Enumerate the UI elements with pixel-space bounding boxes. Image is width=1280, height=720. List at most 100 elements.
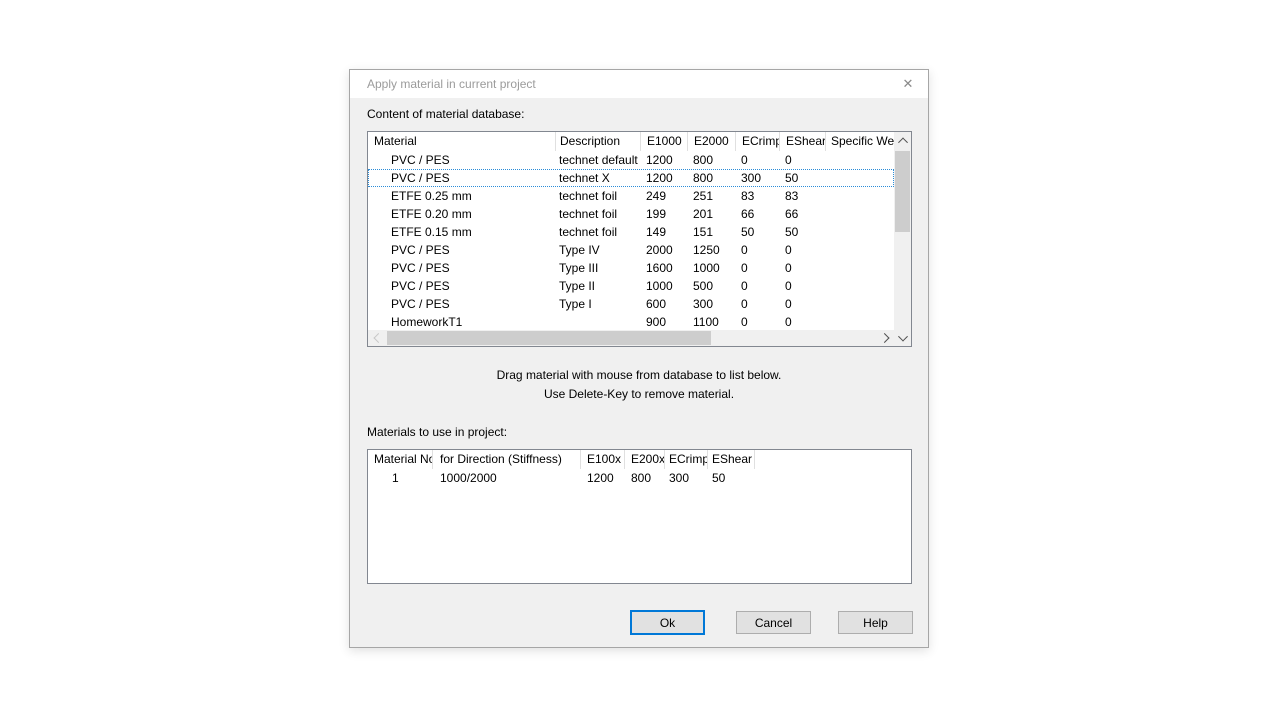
column-header-material[interactable]: Material [368,132,556,151]
table-cell: technet X [556,169,641,187]
table-row[interactable]: PVC / PES technet default 1200 800 0 0 [368,151,894,169]
instruction-line-1: Drag material with mouse from database t… [350,366,928,385]
table-cell: 300 [665,469,708,487]
table-cell: 800 [688,151,736,169]
table-row[interactable]: ETFE 0.20 mm technet foil 199 201 66 66 [368,205,894,223]
table-cell: ETFE 0.15 mm [368,223,556,241]
table-cell: PVC / PES [368,277,556,295]
table-cell: 251 [688,187,736,205]
table-cell: 50 [780,169,826,187]
table-cell: HomeworkT1 [368,313,556,330]
table-cell [826,223,894,241]
table-cell: ETFE 0.25 mm [368,187,556,205]
cancel-button[interactable]: Cancel [736,611,811,634]
table-cell: 1200 [641,169,688,187]
instruction-line-2: Use Delete-Key to remove material. [350,385,928,404]
table-cell: 300 [736,169,780,187]
table-cell: 199 [641,205,688,223]
vertical-scrollbar-thumb[interactable] [895,151,910,232]
table-cell: Type III [556,259,641,277]
table-row[interactable]: HomeworkT1 900 1100 0 0 [368,313,894,330]
table-cell: 50 [708,469,755,487]
column-header-material-no[interactable]: Material No. [368,450,433,469]
table-cell: 0 [736,295,780,313]
table-cell: technet foil [556,223,641,241]
chevron-left-icon [373,333,383,343]
table-cell: 50 [780,223,826,241]
table-cell: Type II [556,277,641,295]
material-database-table[interactable]: Material Description E1000 E2000 ECrimp … [367,131,912,347]
instructions-text: Drag material with mouse from database t… [350,366,928,404]
column-header-description[interactable]: Description [556,132,641,151]
table-cell: 300 [688,295,736,313]
table-cell: 600 [641,295,688,313]
column-header-spacer [755,450,911,469]
vertical-scrollbar[interactable] [894,132,911,346]
table-cell: 1000 [641,277,688,295]
table-cell: 0 [780,259,826,277]
horizontal-scrollbar[interactable] [368,330,894,346]
table-cell: technet default [556,151,641,169]
table-cell: 0 [736,313,780,330]
table-cell [826,277,894,295]
table-cell: PVC / PES [368,241,556,259]
table-cell: 1000/2000 [433,469,581,487]
ok-button[interactable]: Ok [630,610,705,635]
table-cell: PVC / PES [368,151,556,169]
table-cell: PVC / PES [368,259,556,277]
table-cell: PVC / PES [368,295,556,313]
chevron-down-icon [898,331,908,341]
table-row[interactable]: ETFE 0.25 mm technet foil 249 251 83 83 [368,187,894,205]
scroll-left-button[interactable] [368,330,385,346]
dialog-titlebar[interactable]: Apply material in current project ✕ [350,70,928,98]
project-materials-rows: Material No. for Direction (Stiffness) E… [368,450,911,583]
table-cell: ETFE 0.20 mm [368,205,556,223]
table-cell: 0 [780,295,826,313]
table-cell [826,241,894,259]
project-materials-table[interactable]: Material No. for Direction (Stiffness) E… [367,449,912,584]
table-cell: 0 [780,313,826,330]
scroll-up-button[interactable] [894,132,911,149]
column-header-eshear[interactable]: EShear [780,132,826,151]
column-header-ecrimp[interactable]: ECrimp [665,450,708,469]
table-row[interactable]: PVC / PES Type I 600 300 0 0 [368,295,894,313]
table-cell: 249 [641,187,688,205]
table-row[interactable]: PVC / PES Type III 1600 1000 0 0 [368,259,894,277]
table-cell [556,313,641,330]
table-cell: PVC / PES [368,169,556,187]
chevron-right-icon [879,333,889,343]
table-cell [826,259,894,277]
horizontal-scrollbar-thumb[interactable] [387,331,711,345]
table-cell: Type I [556,295,641,313]
scroll-right-button[interactable] [877,330,894,346]
table-cell: 83 [736,187,780,205]
table-cell: 500 [688,277,736,295]
table-row[interactable]: 1 1000/2000 1200 800 300 50 [368,469,911,487]
column-header-e1000[interactable]: E1000 [641,132,688,151]
column-header-direction[interactable]: for Direction (Stiffness) [433,450,581,469]
table-cell: 1 [368,469,433,487]
column-header-e2000[interactable]: E2000 [688,132,736,151]
column-header-ecrimp[interactable]: ECrimp [736,132,780,151]
table-cell: 1250 [688,241,736,259]
material-database-rows: Material Description E1000 E2000 ECrimp … [368,132,894,330]
table-row[interactable]: PVC / PES Type II 1000 500 0 0 [368,277,894,295]
help-button[interactable]: Help [838,611,913,634]
column-header-e100x[interactable]: E100x [581,450,625,469]
table-cell [826,295,894,313]
table-row-selected[interactable]: PVC / PES technet X 1200 800 300 50 [368,169,894,187]
table-cell: 0 [736,241,780,259]
close-icon[interactable]: ✕ [896,74,920,94]
apply-material-dialog: Apply material in current project ✕ Cont… [349,69,929,648]
table-row[interactable]: ETFE 0.15 mm technet foil 149 151 50 50 [368,223,894,241]
table-cell: 0 [736,277,780,295]
scroll-down-button[interactable] [894,329,911,346]
table-cell [826,151,894,169]
table-row[interactable]: PVC / PES Type IV 2000 1250 0 0 [368,241,894,259]
table-cell: 0 [780,241,826,259]
table-cell: 1000 [688,259,736,277]
column-header-specific-weight[interactable]: Specific Weight [826,132,894,151]
column-header-eshear[interactable]: EShear [708,450,755,469]
column-header-e200x[interactable]: E200x [625,450,665,469]
database-section-label: Content of material database: [367,107,524,121]
